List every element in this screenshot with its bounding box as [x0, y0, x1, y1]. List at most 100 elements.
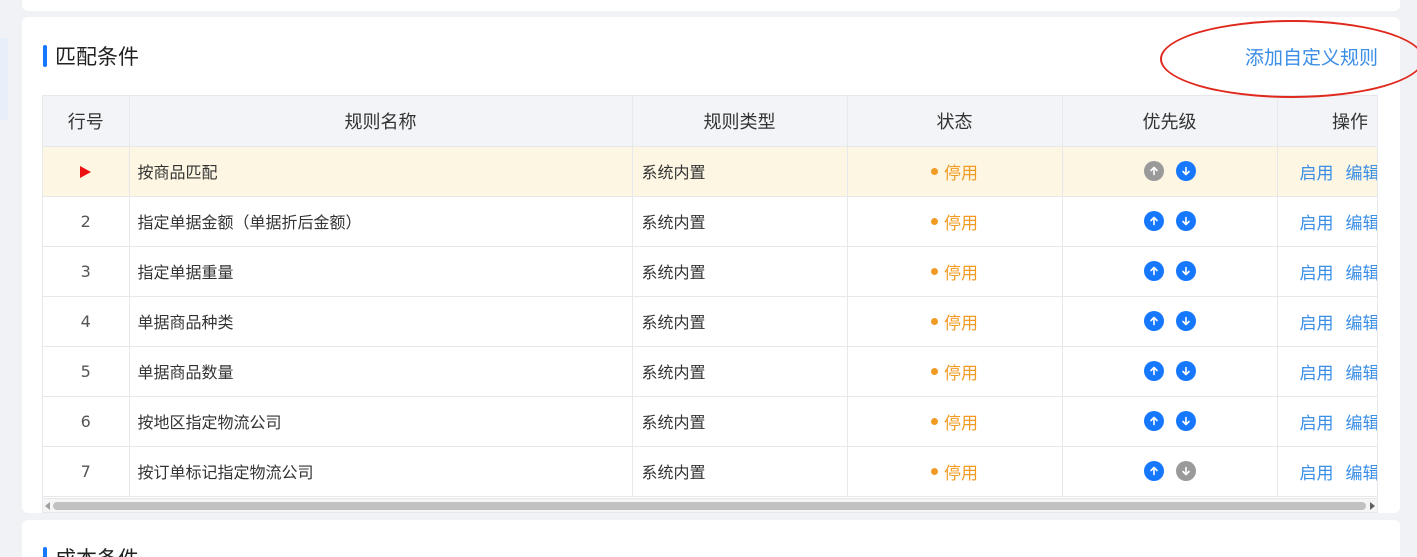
status-text: 停用	[944, 363, 978, 384]
enable-button[interactable]: 启用	[1300, 464, 1334, 484]
row-no-cell	[43, 146, 130, 197]
rule-type: 系统内置	[632, 446, 848, 497]
move-down-icon[interactable]	[1175, 161, 1196, 182]
edit-button[interactable]: 编辑	[1346, 264, 1378, 284]
enable-button[interactable]: 启用	[1300, 214, 1334, 234]
status-dot-icon	[931, 317, 938, 325]
status-dot-icon	[931, 367, 938, 375]
move-up-icon[interactable]	[1143, 311, 1164, 332]
rule-type: 系统内置	[632, 296, 848, 347]
edit-button[interactable]: 编辑	[1346, 364, 1378, 384]
enable-button[interactable]: 启用	[1300, 264, 1334, 284]
priority-cell	[1062, 396, 1278, 447]
table-row[interactable]: 按商品匹配 系统内置 停用 启用 编辑	[43, 146, 1378, 197]
col-header-status: 状态	[847, 96, 1063, 147]
status-cell: 停用	[847, 346, 1063, 397]
rule-type: 系统内置	[632, 196, 848, 247]
table-header-row: 行号 规则名称 规则类型 状态 优先级 操作	[43, 96, 1377, 147]
priority-cell	[1062, 196, 1278, 247]
ops-cell: 启用 编辑	[1277, 196, 1378, 247]
priority-cell	[1062, 346, 1278, 397]
status-dot-icon	[931, 417, 938, 425]
status-text: 停用	[944, 163, 978, 184]
move-down-icon[interactable]	[1175, 211, 1196, 232]
scroll-left-icon[interactable]	[45, 502, 50, 510]
side-tab[interactable]	[0, 38, 8, 120]
col-header-name: 规则名称	[129, 96, 633, 147]
row-no: 3	[43, 246, 130, 297]
status-dot-icon	[931, 467, 938, 475]
enable-button[interactable]: 启用	[1300, 414, 1334, 434]
section-title: 匹配条件	[55, 45, 139, 69]
section-title: 成本条件	[55, 544, 139, 557]
previous-card	[22, 0, 1400, 11]
table-row[interactable]: 2 指定单据金额（单据折后金额） 系统内置 停用 启用 编辑	[43, 196, 1378, 247]
row-no: 2	[43, 196, 130, 247]
move-up-icon[interactable]	[1143, 211, 1164, 232]
move-down-icon[interactable]	[1175, 261, 1196, 282]
scroll-right-icon[interactable]	[1370, 502, 1375, 510]
table-row[interactable]: 7 按订单标记指定物流公司 系统内置 停用 启用 编辑	[43, 446, 1378, 497]
col-header-priority: 优先级	[1062, 96, 1278, 147]
enable-button[interactable]: 启用	[1300, 164, 1334, 184]
section-accent-bar	[43, 547, 47, 557]
enable-button[interactable]: 启用	[1300, 364, 1334, 384]
move-down-icon[interactable]	[1175, 311, 1196, 332]
rule-name: 单据商品数量	[129, 346, 633, 397]
rule-name: 按商品匹配	[129, 146, 633, 197]
current-row-arrow-icon	[80, 166, 92, 178]
priority-cell	[1062, 296, 1278, 347]
horizontal-scrollbar[interactable]	[42, 499, 1378, 513]
scrollbar-thumb[interactable]	[53, 502, 1366, 510]
rule-name: 按地区指定物流公司	[129, 396, 633, 447]
move-up-icon[interactable]	[1143, 411, 1164, 432]
move-down-icon	[1175, 461, 1196, 482]
status-badge: 停用	[931, 259, 978, 284]
rule-name: 按订单标记指定物流公司	[129, 446, 633, 497]
status-badge: 停用	[931, 409, 978, 434]
col-header-row-no: 行号	[43, 96, 130, 147]
row-no: 4	[43, 296, 130, 347]
edit-button[interactable]: 编辑	[1346, 464, 1378, 484]
status-text: 停用	[944, 413, 978, 434]
table-row[interactable]: 4 单据商品种类 系统内置 停用 启用 编辑	[43, 296, 1378, 347]
status-badge: 停用	[931, 459, 978, 484]
status-badge: 停用	[931, 359, 978, 384]
ops-cell: 启用 编辑	[1277, 396, 1378, 447]
status-cell: 停用	[847, 296, 1063, 347]
move-up-icon[interactable]	[1143, 361, 1164, 382]
move-up-icon[interactable]	[1143, 461, 1164, 482]
add-custom-rule-link[interactable]: 添加自定义规则	[1245, 45, 1378, 71]
edit-button[interactable]: 编辑	[1346, 414, 1378, 434]
table-row[interactable]: 6 按地区指定物流公司 系统内置 停用 启用 编辑	[43, 396, 1378, 447]
row-no: 7	[43, 446, 130, 497]
enable-button[interactable]: 启用	[1300, 314, 1334, 334]
table-row[interactable]: 5 单据商品数量 系统内置 停用 启用 编辑	[43, 346, 1378, 397]
ops-cell: 启用 编辑	[1277, 296, 1378, 347]
rule-name: 单据商品种类	[129, 296, 633, 347]
status-cell: 停用	[847, 446, 1063, 497]
edit-button[interactable]: 编辑	[1346, 314, 1378, 334]
status-cell: 停用	[847, 246, 1063, 297]
ops-cell: 启用 编辑	[1277, 146, 1378, 197]
rule-name: 指定单据金额（单据折后金额）	[129, 196, 633, 247]
cost-conditions-card: 成本条件	[22, 520, 1400, 557]
row-no: 5	[43, 346, 130, 397]
priority-cell	[1062, 246, 1278, 297]
status-text: 停用	[944, 213, 978, 234]
edit-button[interactable]: 编辑	[1346, 164, 1378, 184]
status-text: 停用	[944, 263, 978, 284]
col-header-type: 规则类型	[632, 96, 848, 147]
rule-type: 系统内置	[632, 246, 848, 297]
priority-cell	[1062, 146, 1278, 197]
table-row[interactable]: 3 指定单据重量 系统内置 停用 启用 编辑	[43, 246, 1378, 297]
rules-table: 行号 规则名称 规则类型 状态 优先级 操作 按商品匹配 系统内置 停用 启用 …	[43, 96, 1378, 497]
rule-type: 系统内置	[632, 346, 848, 397]
move-down-icon[interactable]	[1175, 361, 1196, 382]
edit-button[interactable]: 编辑	[1346, 214, 1378, 234]
match-conditions-card: 匹配条件 添加自定义规则 行号 规则名称 规则类型 状态 优先级 操作 按商品匹…	[22, 17, 1400, 513]
row-no: 6	[43, 396, 130, 447]
move-up-icon[interactable]	[1143, 261, 1164, 282]
priority-cell	[1062, 446, 1278, 497]
move-down-icon[interactable]	[1175, 411, 1196, 432]
